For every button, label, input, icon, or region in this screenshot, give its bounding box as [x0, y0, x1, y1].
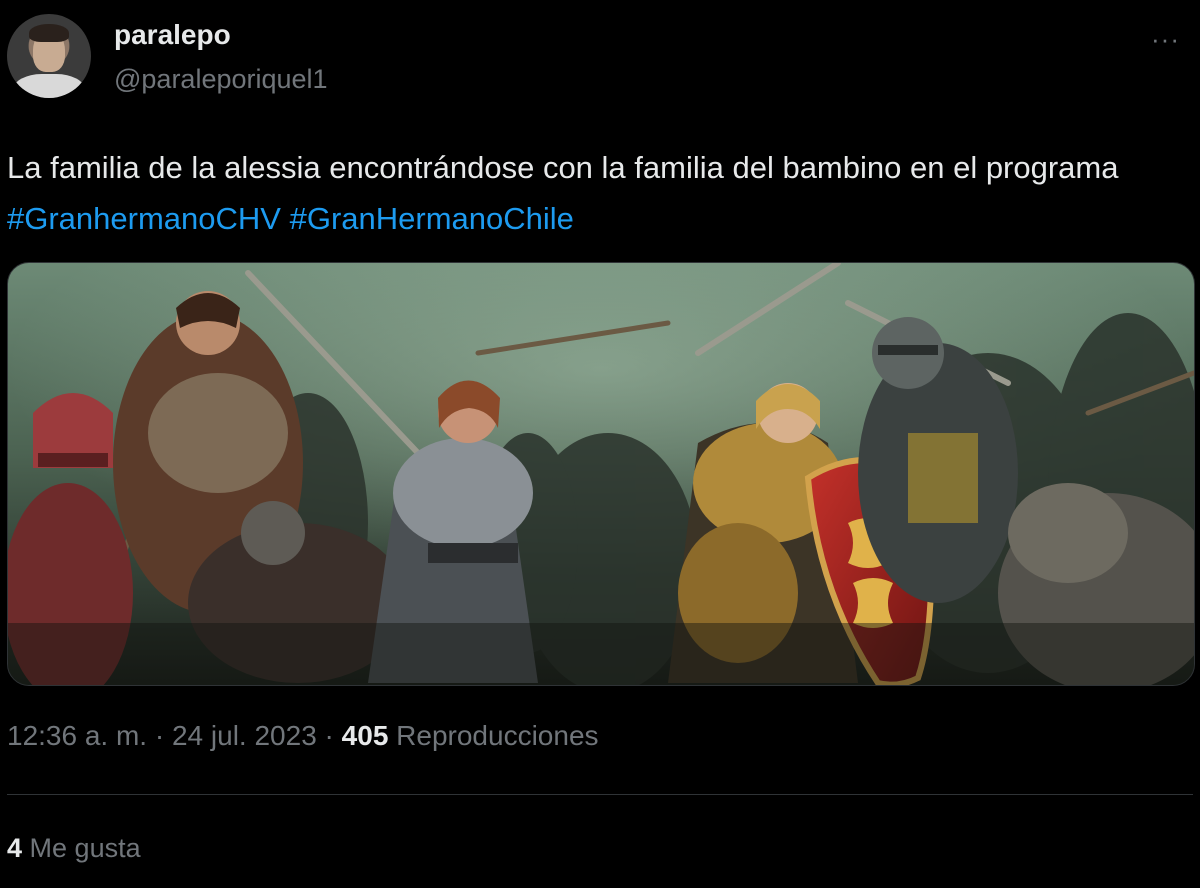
display-name[interactable]: paralepo	[114, 19, 231, 51]
tweet-body: La familia de la alessia encontrándose c…	[7, 150, 1119, 185]
likes-label: Me gusta	[29, 833, 141, 863]
tweet-media-image[interactable]	[7, 262, 1195, 686]
avatar-shirt	[13, 74, 85, 98]
user-handle[interactable]: @paraleporiquel1	[114, 64, 328, 95]
tweet: paralepo @paraleporiquel1 ··· La familia…	[0, 0, 1200, 888]
tweet-time[interactable]: 12:36 a. m.	[7, 720, 147, 751]
likes-count: 4	[7, 833, 23, 863]
views-count: 405	[341, 720, 389, 751]
divider	[7, 794, 1193, 795]
tweet-date[interactable]: 24 jul. 2023	[172, 720, 317, 751]
views-label: Reproducciones	[396, 720, 599, 751]
separator-dot: ·	[147, 720, 172, 751]
separator-dot: ·	[316, 720, 342, 751]
hashtag-link[interactable]: #GranHermanoChile	[290, 201, 574, 236]
battle-illustration	[8, 263, 1194, 685]
likes-link[interactable]: 4 Me gusta	[7, 833, 141, 864]
tweet-metadata: 12:36 a. m. · 24 jul. 2023 · 405 Reprodu…	[7, 720, 599, 752]
hashtag-link[interactable]: #GranhermanoCHV	[7, 201, 281, 236]
more-options-icon[interactable]: ···	[1151, 24, 1180, 55]
tweet-text: La familia de la alessia encontrándose c…	[7, 142, 1187, 244]
avatar-hair	[29, 24, 69, 42]
avatar[interactable]	[7, 14, 91, 98]
